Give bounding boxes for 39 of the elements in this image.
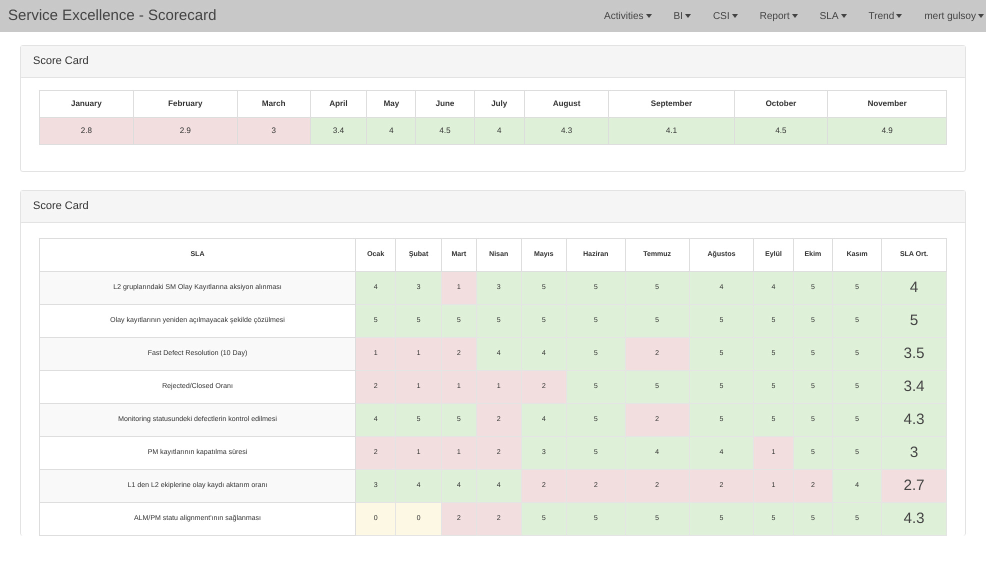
caret-icon [896, 14, 902, 18]
score-cell: 4.3 [524, 118, 609, 144]
score-cell: 4.3 [882, 404, 946, 436]
panel-title: Score Card [33, 54, 89, 70]
score-cell: 4.3 [882, 502, 946, 536]
caret-icon [684, 14, 691, 18]
score-cell: 2.8 [40, 118, 134, 144]
column-header: November [828, 90, 946, 118]
nav-menu[interactable]: Activities [604, 8, 652, 24]
score-cell: 4.5 [734, 118, 828, 144]
caret-icon [646, 14, 652, 18]
column-header: September [608, 90, 734, 118]
nav-menu[interactable]: Trend [868, 8, 902, 24]
score-cell: 3.4 [310, 118, 367, 144]
caret-icon [792, 14, 798, 18]
nav-menu[interactable]: mert gulsoy [924, 8, 984, 24]
score-cell: 5 [882, 304, 946, 338]
score-cell: 3 [882, 436, 946, 470]
score-cell: 4.9 [828, 118, 946, 144]
score-cell: 3.4 [882, 370, 946, 404]
score-cell: 4.1 [608, 118, 734, 144]
caret-icon [840, 14, 847, 18]
nav-menu[interactable]: CSI [712, 8, 738, 24]
nav-menu[interactable]: SLA [820, 8, 847, 24]
panel-title: Score Card [33, 199, 89, 214]
nav-menu[interactable]: Report [760, 8, 798, 24]
score-cell: 3 [237, 118, 310, 144]
nav-menu[interactable]: BI [674, 8, 691, 24]
score-cell: 4 [366, 118, 416, 144]
app-title: Service Excellence - Scorecard [8, 6, 216, 26]
caret-icon [978, 14, 984, 18]
score-cell: 2.9 [133, 118, 238, 144]
score-cell: 4 [882, 272, 946, 304]
caret-icon [732, 14, 738, 18]
column-header: January [40, 90, 134, 118]
score-cell: 4 [474, 118, 524, 144]
score-cell: 2.7 [882, 470, 946, 502]
score-cell: 4.5 [416, 118, 474, 144]
score-cell: 3.5 [882, 338, 946, 370]
